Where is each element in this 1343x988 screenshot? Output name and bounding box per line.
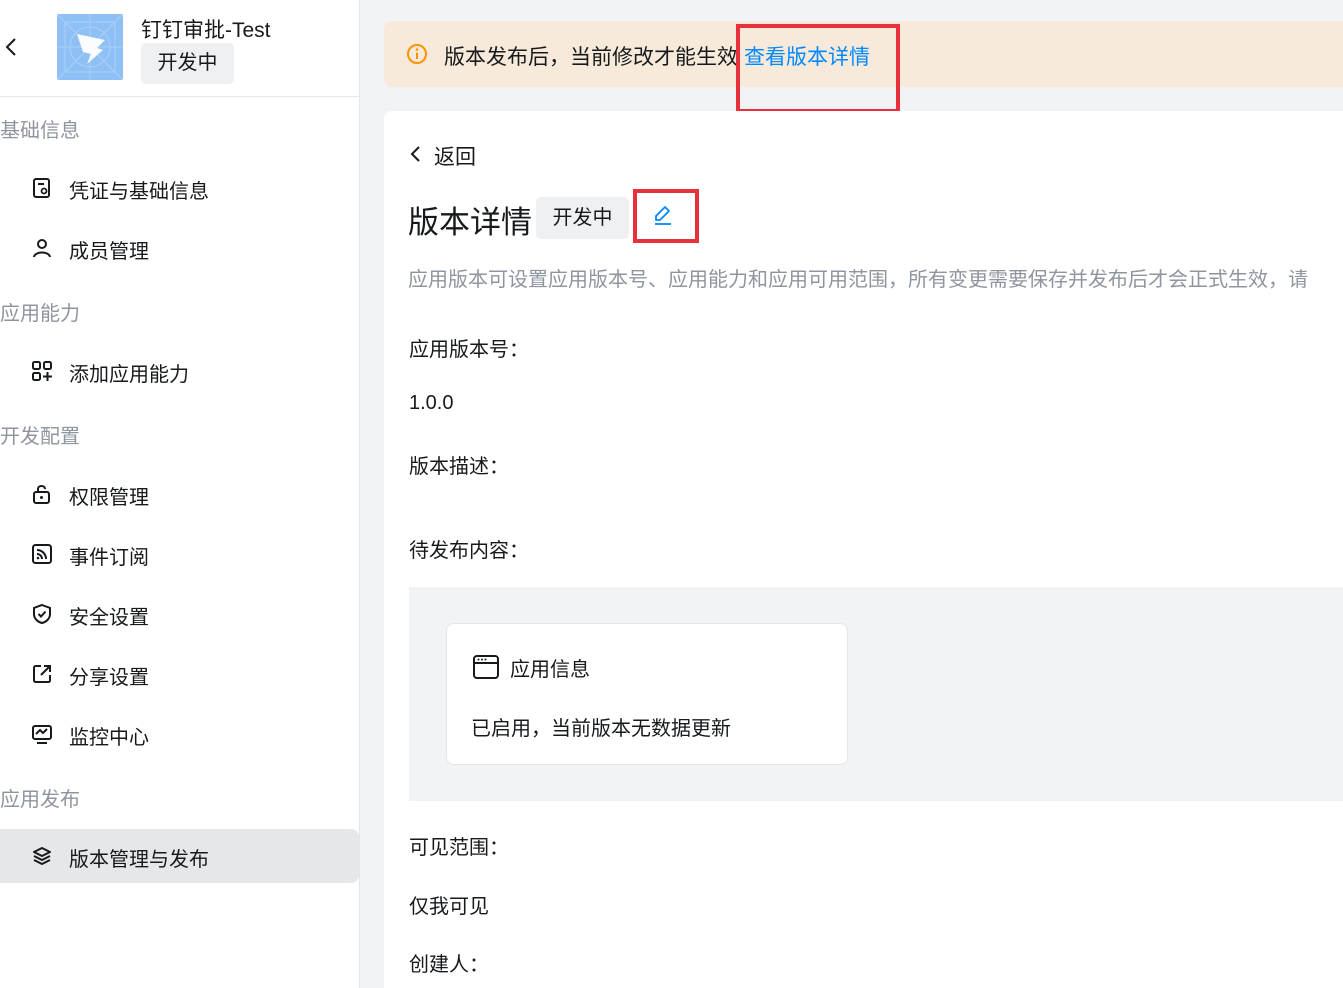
sidebar: 钉钉审批-Test 开发中 基础信息 凭证与基础信息 成员管理 应用能力 添加应… <box>0 0 360 988</box>
pending-card-title: 应用信息 <box>510 659 590 681</box>
version-desc-label: 版本描述： <box>409 456 509 478</box>
grid-plus-icon <box>31 360 53 382</box>
section-title-release: 应用发布 <box>0 789 80 811</box>
sidebar-item-label: 安全设置 <box>69 607 149 629</box>
layers-icon <box>31 845 53 867</box>
status-badge: 开发中 <box>536 197 629 239</box>
pending-item-card[interactable]: 应用信息 已启用，当前版本无数据更新 <box>446 623 848 765</box>
creator-label: 创建人： <box>409 954 489 976</box>
sidebar-item-monitor[interactable]: 监控中心 <box>0 707 359 761</box>
sidebar-item-label: 添加应用能力 <box>69 364 189 386</box>
sidebar-item-label: 成员管理 <box>69 241 149 263</box>
sidebar-item-label: 权限管理 <box>69 487 149 509</box>
sidebar-item-members[interactable]: 成员管理 <box>0 221 359 275</box>
info-icon <box>406 43 428 65</box>
view-version-details-link[interactable]: 查看版本详情 <box>744 41 870 71</box>
back-label: 返回 <box>434 146 476 169</box>
sidebar-item-label: 事件订阅 <box>69 547 149 569</box>
sidebar-item-label: 监控中心 <box>69 727 149 749</box>
credential-icon <box>31 177 53 199</box>
pending-content-box: 应用信息 已启用，当前版本无数据更新 <box>409 587 1343 801</box>
rss-icon <box>31 543 53 565</box>
monitor-icon <box>31 723 53 745</box>
version-number-label: 应用版本号： <box>409 339 529 361</box>
sidebar-item-label: 凭证与基础信息 <box>69 181 209 203</box>
notice-text: 版本发布后，当前修改才能生效 <box>444 46 738 69</box>
section-title-dev-config: 开发配置 <box>0 426 80 448</box>
sidebar-item-credentials[interactable]: 凭证与基础信息 <box>0 161 359 215</box>
pending-content-label: 待发布内容： <box>409 540 529 562</box>
sidebar-item-version-release[interactable]: 版本管理与发布 <box>0 829 359 883</box>
section-title-capability: 应用能力 <box>0 303 80 325</box>
user-icon <box>31 237 53 259</box>
share-icon <box>31 663 53 685</box>
version-description-text: 应用版本可设置应用版本号、应用能力和应用可用范围，所有变更需要保存并发布后才会正… <box>408 269 1308 291</box>
app-name: 钉钉审批-Test <box>141 19 271 42</box>
sidebar-item-share[interactable]: 分享设置 <box>0 647 359 701</box>
app-header: 钉钉审批-Test 开发中 <box>0 0 359 97</box>
window-icon <box>472 654 500 680</box>
sidebar-item-add-capability[interactable]: 添加应用能力 <box>0 344 359 398</box>
app-logo <box>57 14 123 80</box>
chevron-left-icon <box>408 145 424 163</box>
sidebar-item-label: 分享设置 <box>69 667 149 689</box>
sidebar-item-events[interactable]: 事件订阅 <box>0 527 359 581</box>
visibility-value: 仅我可见 <box>409 896 489 918</box>
unlock-icon <box>31 483 53 505</box>
version-number-value: 1.0.0 <box>409 392 454 414</box>
page-title: 版本详情 <box>408 205 532 240</box>
sidebar-item-permissions[interactable]: 权限管理 <box>0 467 359 521</box>
version-detail-card: 返回 版本详情 开发中 应用版本可设置应用版本号、应用能力和应用可用范围，所有变… <box>384 111 1343 988</box>
sidebar-item-label: 版本管理与发布 <box>69 849 209 871</box>
edit-icon[interactable] <box>652 203 674 229</box>
section-title-basic: 基础信息 <box>0 120 80 142</box>
notice-bar: 版本发布后，当前修改才能生效 查看版本详情 <box>384 21 1343 87</box>
back-arrow-icon[interactable] <box>3 36 21 58</box>
app-status-badge: 开发中 <box>141 43 234 84</box>
pending-card-text: 已启用，当前版本无数据更新 <box>471 718 731 740</box>
sidebar-item-security[interactable]: 安全设置 <box>0 587 359 641</box>
visibility-label: 可见范围： <box>409 837 509 859</box>
shield-icon <box>31 603 53 625</box>
